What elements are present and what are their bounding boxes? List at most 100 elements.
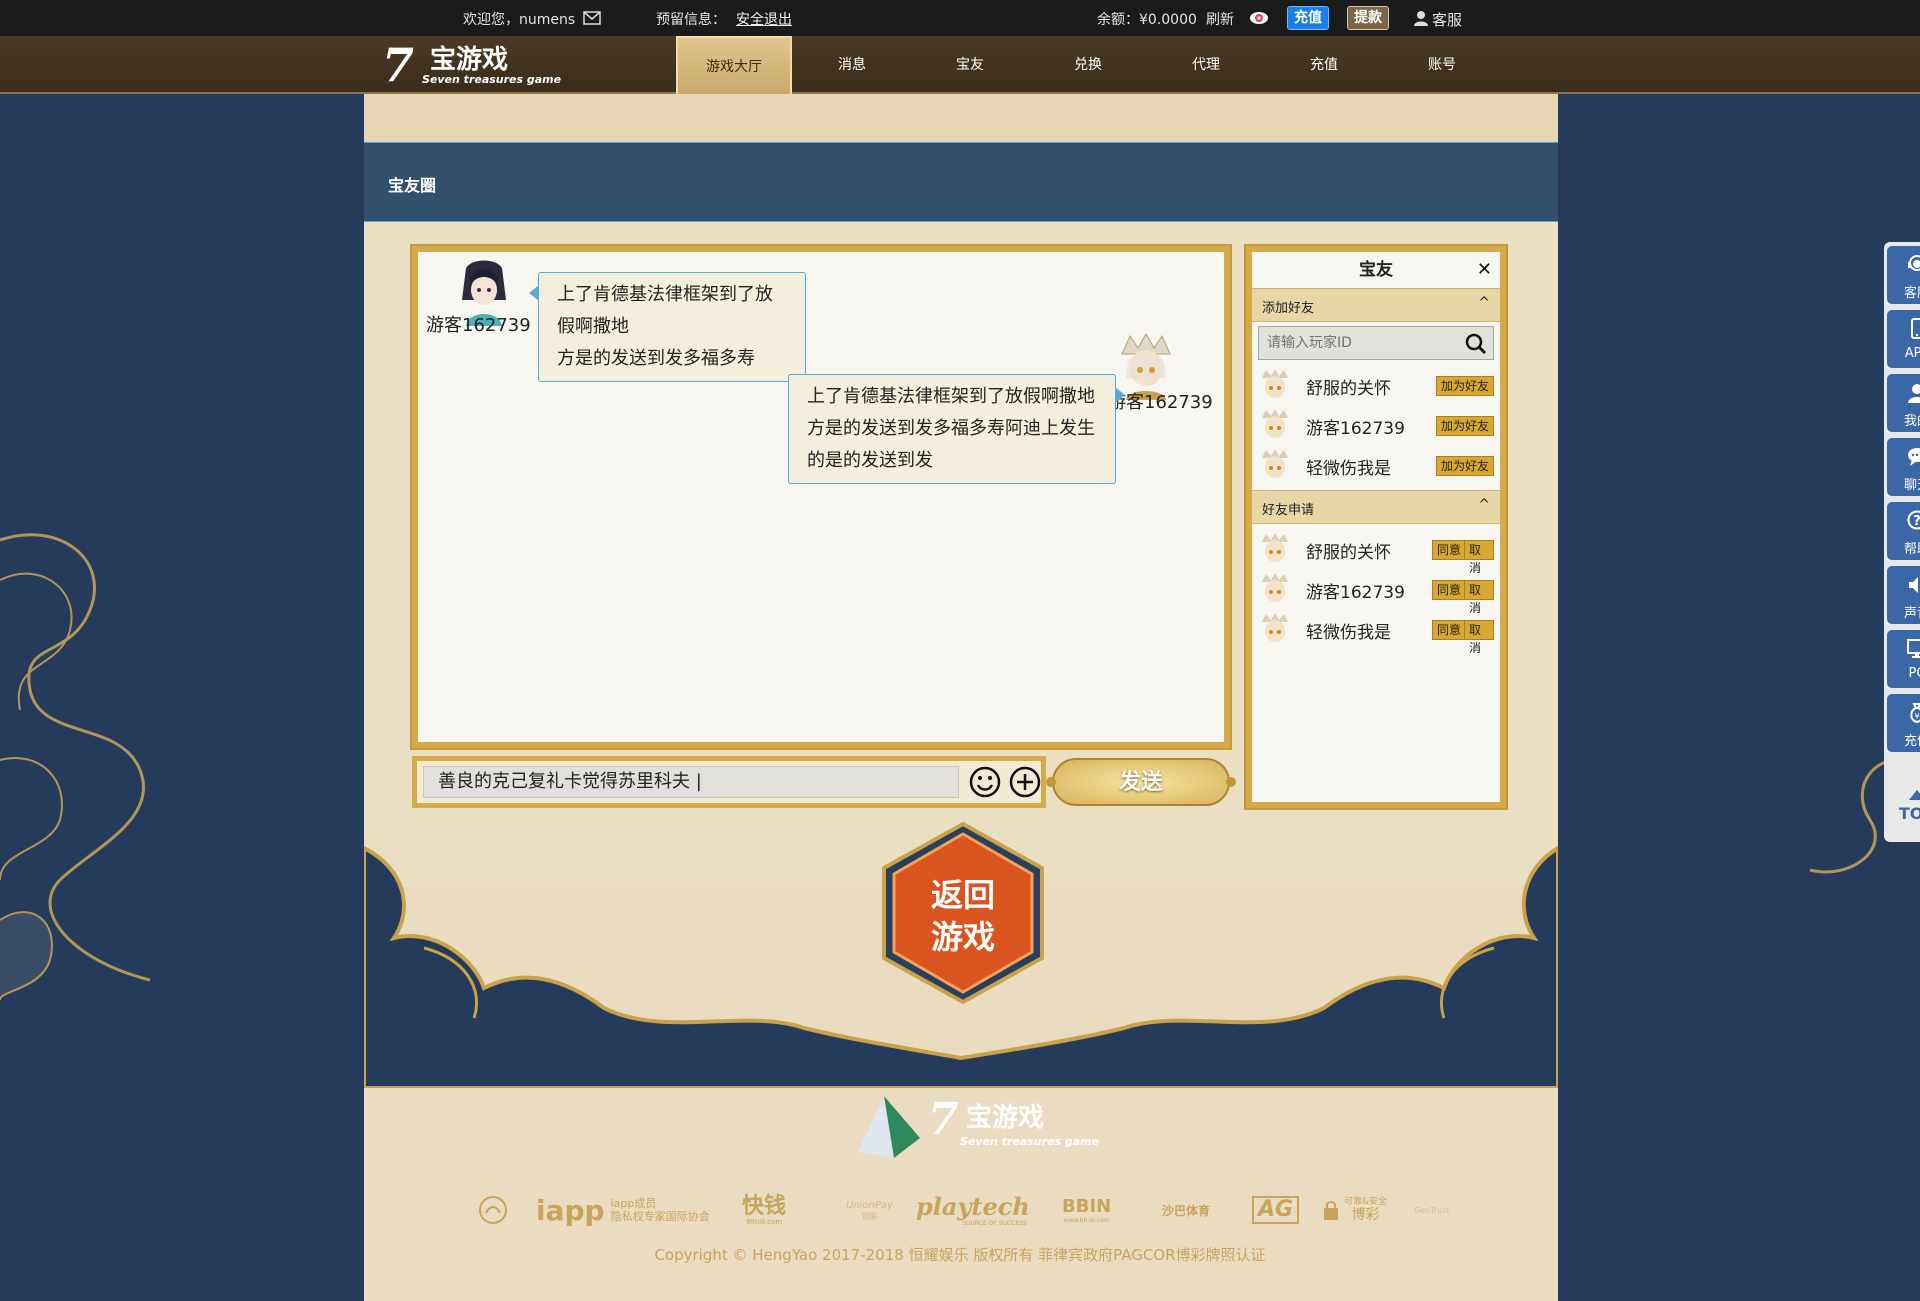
section-title: 宝友圈	[388, 176, 437, 195]
money-bag-icon: ¥	[1910, 703, 1920, 724]
sidebar-item-mine[interactable]: 我的	[1887, 374, 1920, 432]
footer-logo: 7 宝游戏 Seven treasures game	[854, 1092, 1099, 1164]
friend-request-section-header[interactable]: 好友申请 ^	[1252, 490, 1500, 524]
return-game-button[interactable]: 返回 游戏	[878, 820, 1048, 1006]
logo-en-text: Seven treasures game	[422, 73, 562, 86]
nav-account[interactable]: 账号	[1384, 36, 1500, 94]
bbin-sub: www.bb-in.com	[1063, 1216, 1110, 1224]
friend-name: 轻微伤我是	[1306, 459, 1391, 479]
partner-ag: AG	[1252, 1190, 1300, 1230]
friends-panel-title: 宝友	[1359, 260, 1393, 280]
message-line: 方是的发送到发多福多寿阿迪上发生	[807, 418, 1095, 439]
nav-messages[interactable]: 消息	[794, 36, 910, 94]
service-link[interactable]: 客服	[1432, 9, 1462, 30]
main-nav: 7 宝游戏 Seven treasures game 游戏大厅 消息 宝友 兑换…	[0, 36, 1920, 98]
footer-logo-number: 7	[928, 1094, 959, 1145]
sidebar-item-label: 我的	[1903, 414, 1920, 429]
chevron-up-icon: ^	[1478, 295, 1490, 311]
search-icon[interactable]	[1465, 333, 1487, 355]
message-line: 上了肯德基法律框架到了放假啊撒地	[557, 284, 773, 337]
top-bar: 欢迎您，numens 预留信息： 安全退出 余额：¥0.0000 刷新 充值 提…	[0, 0, 1920, 36]
back-to-top-button[interactable]: TOP	[1887, 782, 1920, 840]
geotrust-logo: GeoTrust	[1414, 1205, 1450, 1215]
partner-logos: iapp iapp成员 隐私权专家国际协会 快钱 99bill.com Unio…	[470, 1190, 1450, 1230]
cancel-button[interactable]: 取消	[1464, 580, 1494, 615]
nav-agent[interactable]: 代理	[1148, 36, 1264, 94]
sidebar-item-label: APP	[1904, 346, 1920, 361]
mail-icon[interactable]	[583, 11, 601, 25]
service-person-icon[interactable]	[1413, 10, 1429, 26]
accept-button[interactable]: 同意	[1432, 580, 1467, 600]
add-attachment-icon[interactable]	[1009, 766, 1041, 798]
friend-avatar	[1262, 533, 1288, 562]
sender-name-left: 游客162739	[426, 315, 531, 336]
sidebar-item-label: 声音	[1903, 606, 1920, 621]
sidebar-item-label: PC	[1908, 666, 1920, 681]
partner-iapp: iapp iapp成员 隐私权专家国际协会	[536, 1190, 710, 1230]
close-icon[interactable]: ✕	[1477, 260, 1492, 280]
nav-exchange[interactable]: 兑换	[1030, 36, 1146, 94]
shaba-logo: 沙巴体育	[1162, 1203, 1211, 1218]
partner-unionpay: UnionPay 银联	[846, 1190, 893, 1230]
iapp-logo: iapp	[536, 1193, 605, 1227]
send-button[interactable]: 发送	[1046, 758, 1236, 806]
chevron-up-icon: ^	[1478, 497, 1490, 513]
chat-input[interactable]: 善良的克己复礼卡觉得苏里科夫 |	[423, 766, 959, 798]
nav-friends[interactable]: 宝友	[912, 36, 1028, 94]
friend-name: 游客162739	[1306, 419, 1405, 439]
add-friend-row: 轻微伤我是 加为好友	[1258, 446, 1494, 484]
gaming-safety-sub: 可靠&安全	[1344, 1197, 1388, 1207]
sidebar-item-pc[interactable]: PC	[1887, 630, 1920, 688]
withdraw-button[interactable]: 提款	[1347, 6, 1389, 30]
cancel-button[interactable]: 取消	[1464, 620, 1494, 655]
site-logo[interactable]: 7 宝游戏 Seven treasures game	[382, 42, 561, 90]
bbin-logo: BBIN	[1062, 1195, 1112, 1217]
nav-recharge[interactable]: 充值	[1266, 36, 1382, 94]
add-friend-section-header[interactable]: 添加好友 ^	[1252, 288, 1500, 322]
logout-link[interactable]: 安全退出	[736, 9, 792, 29]
recharge-button[interactable]: 充值	[1287, 6, 1329, 30]
speaker-icon	[1909, 577, 1918, 593]
eye-icon[interactable]	[1249, 11, 1269, 25]
playtech-sub: SOURCE OF SUCCESS	[962, 1219, 1027, 1227]
player-search	[1258, 326, 1494, 360]
add-friend-button[interactable]: 加为好友	[1436, 376, 1494, 396]
notice-label: 预留信息：	[656, 12, 726, 28]
sidebar-item-help[interactable]: ? 帮助	[1887, 502, 1920, 560]
player-id-input[interactable]	[1259, 327, 1459, 359]
sidebar-item-service[interactable]: 客服	[1887, 246, 1920, 304]
sidebar-item-sound[interactable]: 声音	[1887, 566, 1920, 624]
section-header: 宝友圈	[364, 142, 1558, 222]
emoji-icon[interactable]	[969, 766, 1001, 798]
sidebar-item-app[interactable]: APP	[1887, 310, 1920, 368]
unionpay-sub: 银联	[861, 1211, 878, 1221]
friend-name: 游客162739	[1306, 583, 1405, 603]
add-friend-button[interactable]: 加为好友	[1436, 456, 1494, 476]
cancel-button[interactable]: 取消	[1464, 540, 1494, 575]
message-bubble-left: 上了肯德基法律框架到了放假啊撒地 方是的发送到发多福多寿	[529, 272, 806, 382]
nav-game-hall[interactable]: 游戏大厅	[676, 36, 792, 98]
unionpay-logo: UnionPay	[846, 1199, 893, 1211]
kuaiqian-sub: 99bill.com	[745, 1218, 783, 1226]
partner-geotrust: GeoTrust	[1414, 1190, 1449, 1230]
friend-avatar	[1262, 613, 1288, 642]
playtech-logo: playtech	[916, 1191, 1030, 1221]
sidebar-item-recharge[interactable]: ¥ 充值	[1887, 694, 1920, 752]
message-line: 上了肯德基法律框架到了放假啊撒地	[807, 386, 1095, 407]
friend-request-row: 舒服的关怀 同意 取消	[1258, 530, 1494, 575]
add-friend-row: 舒服的关怀 加为好友	[1258, 366, 1494, 404]
accept-button[interactable]: 同意	[1432, 620, 1467, 640]
chat-window: 游客162739 上了肯德基法律框架到了放假啊撒地 方是的发送到发多福多寿 游客…	[412, 246, 1230, 748]
add-friend-section-label: 添加好友	[1262, 301, 1315, 316]
sidebar-item-label: 充值	[1903, 734, 1920, 749]
sidebar-item-chat[interactable]: 聊天	[1887, 438, 1920, 496]
refresh-link[interactable]: 刷新	[1206, 9, 1234, 29]
message-bubble-right: 上了肯德基法律框架到了放假啊撒地 方是的发送到发多福多寿阿迪上发生 的是的发送到…	[788, 374, 1125, 484]
welcome-text: 欢迎您，numens	[463, 12, 576, 28]
accept-button[interactable]: 同意	[1432, 540, 1467, 560]
message-line: 方是的发送到发多福多寿	[557, 348, 755, 369]
friend-avatar	[1262, 449, 1288, 478]
partner-bbin: BBIN www.bb-in.com	[1062, 1190, 1111, 1230]
add-friend-button[interactable]: 加为好友	[1436, 416, 1494, 436]
pagcor-emblem-icon	[479, 1196, 507, 1224]
